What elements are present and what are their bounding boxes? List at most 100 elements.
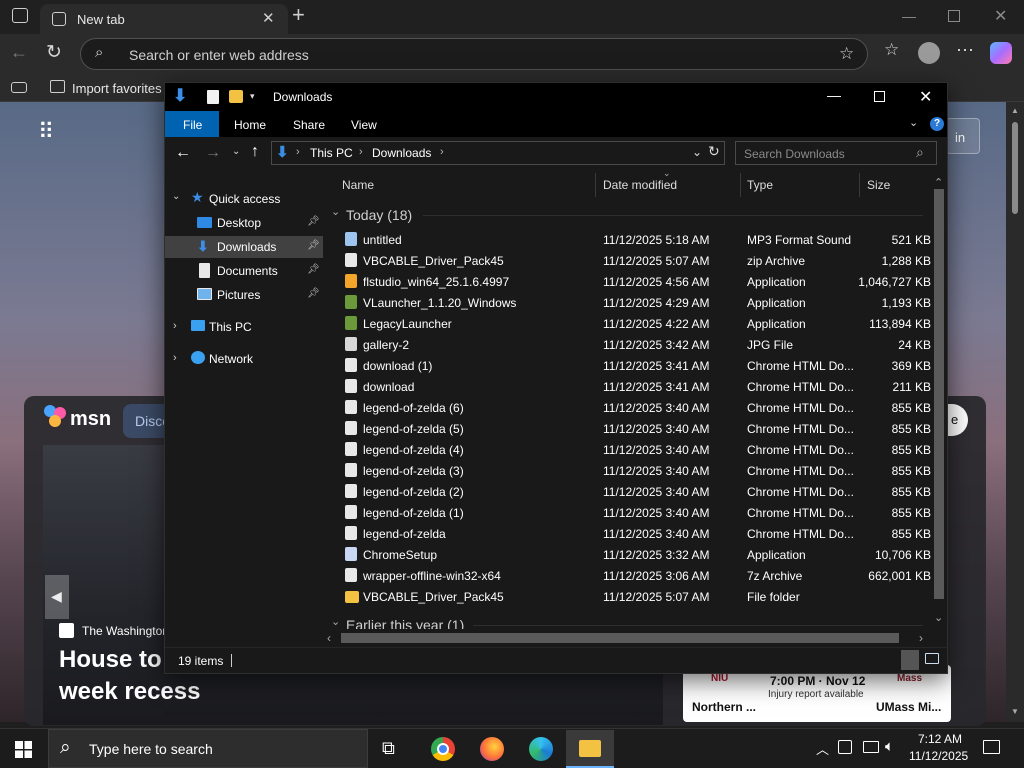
column-divider[interactable] bbox=[740, 173, 741, 197]
file-row[interactable]: legend-of-zelda (2) 11/12/2025 3:40 AM Chr… bbox=[323, 481, 931, 502]
news-headline-1[interactable]: House to bbox=[59, 646, 162, 674]
file-row[interactable]: download (1) 11/12/2025 3:41 AM Chrome HTM… bbox=[323, 355, 931, 376]
copilot-icon[interactable] bbox=[990, 42, 1012, 64]
vscroll-thumb[interactable] bbox=[934, 189, 944, 599]
vscroll-up-arrow[interactable]: ⌃ bbox=[934, 176, 943, 189]
file-row[interactable]: legend-of-zelda (4) 11/12/2025 3:40 AM Chr… bbox=[323, 439, 931, 460]
help-icon[interactable]: ? bbox=[930, 117, 944, 131]
restore-browser-button[interactable] bbox=[948, 10, 960, 22]
column-date[interactable]: Date modified bbox=[603, 178, 677, 192]
file-row[interactable]: gallery-2 11/12/2025 3:42 AM JPG File 24 KB bbox=[323, 334, 931, 355]
ribbon-tab-home[interactable]: Home bbox=[234, 118, 266, 132]
details-view-button[interactable] bbox=[901, 650, 919, 670]
address-bar[interactable]: ⌕ Search or enter web address ☆ bbox=[80, 38, 868, 70]
tiles-view-button[interactable] bbox=[925, 653, 939, 664]
file-list-vscrollbar[interactable]: ⌃ ⌄ bbox=[931, 171, 947, 629]
hscroll-right-arrow[interactable]: › bbox=[919, 631, 923, 645]
breadcrumb-downloads[interactable]: Downloads bbox=[372, 146, 431, 160]
carousel-prev-button[interactable]: ◀ bbox=[45, 575, 69, 619]
ribbon-tab-file[interactable]: File bbox=[165, 111, 219, 137]
start-button[interactable] bbox=[15, 741, 32, 758]
column-divider[interactable] bbox=[595, 173, 596, 197]
file-list-hscrollbar[interactable]: ‹ › bbox=[323, 629, 931, 647]
ribbon-expand-icon[interactable]: ⌄ bbox=[909, 116, 918, 129]
column-size[interactable]: Size bbox=[867, 178, 890, 192]
sign-in-button[interactable]: in bbox=[946, 118, 980, 154]
explorer-back-icon[interactable]: ← bbox=[175, 144, 191, 162]
hscroll-thumb[interactable] bbox=[341, 633, 899, 643]
scroll-thumb[interactable] bbox=[1012, 122, 1018, 214]
vscroll-down-arrow[interactable]: ⌄ bbox=[934, 611, 943, 624]
new-folder-icon[interactable] bbox=[229, 90, 243, 103]
security-alert-icon[interactable] bbox=[838, 740, 852, 754]
file-explorer-taskbar-icon[interactable] bbox=[566, 730, 614, 768]
tab-close-icon[interactable]: ✕ bbox=[262, 9, 275, 27]
notifications-icon[interactable] bbox=[983, 740, 1000, 754]
new-tab-button[interactable]: + bbox=[292, 2, 305, 28]
edge-taskbar-icon[interactable] bbox=[529, 737, 553, 761]
group-header-today[interactable]: ⌄ Today (18) bbox=[323, 205, 931, 225]
file-row[interactable]: untitled 11/12/2025 5:18 AM MP3 Format Sou… bbox=[323, 229, 931, 250]
hscroll-left-arrow[interactable]: ‹ bbox=[327, 631, 331, 645]
pin-icon[interactable]: 📌︎ bbox=[307, 240, 320, 251]
up-folder-icon[interactable]: ↑ bbox=[251, 143, 259, 161]
file-row[interactable]: legend-of-zelda (6) 11/12/2025 3:40 AM Chr… bbox=[323, 397, 931, 418]
nav-pictures[interactable]: Pictures 📌︎ bbox=[165, 284, 323, 306]
clock-time[interactable]: 7:12 AM bbox=[918, 732, 962, 746]
profile-avatar[interactable] bbox=[918, 42, 940, 64]
clock-date[interactable]: 11/12/2025 bbox=[909, 749, 968, 763]
properties-check-icon[interactable] bbox=[207, 90, 219, 104]
chrome-taskbar-icon[interactable] bbox=[431, 737, 455, 761]
explorer-close-button[interactable]: ✕ bbox=[919, 87, 932, 107]
nav-downloads[interactable]: ⬇ Downloads 📌︎ bbox=[165, 236, 323, 258]
msn-right-button[interactable]: e bbox=[948, 404, 968, 436]
address-history-icon[interactable]: ⌄ bbox=[692, 145, 702, 159]
nav-network[interactable]: › Network bbox=[165, 348, 323, 370]
file-row[interactable]: VLauncher_1.1.20_Windows 11/12/2025 4:29 … bbox=[323, 292, 931, 313]
sidebar-toggle-icon[interactable] bbox=[11, 82, 27, 93]
nav-documents[interactable]: Documents 📌︎ bbox=[165, 260, 323, 282]
file-row[interactable]: VBCABLE_Driver_Pack45 11/12/2025 5:07 AM z… bbox=[323, 250, 931, 271]
column-divider[interactable] bbox=[859, 173, 860, 197]
scroll-down-arrow[interactable]: ▼ bbox=[1011, 707, 1019, 716]
explorer-titlebar[interactable]: ⬇ ▾ Downloads — ✕ bbox=[165, 83, 947, 111]
file-row[interactable]: legend-of-zelda (1) 11/12/2025 3:40 AM Chr… bbox=[323, 502, 931, 523]
nav-quick-access[interactable]: ⌄ ★ Quick access bbox=[165, 188, 323, 210]
recent-locations-icon[interactable]: ⌄ bbox=[232, 146, 240, 157]
minimize-browser-button[interactable]: — bbox=[902, 8, 916, 24]
explorer-address-bar[interactable]: ⬇ › This PC › Downloads › ⌄ ↻ bbox=[271, 141, 725, 165]
tab-new-tab[interactable]: New tab ✕ bbox=[40, 4, 288, 34]
file-row[interactable]: legend-of-zelda 11/12/2025 3:40 AM Chrome … bbox=[323, 523, 931, 544]
favorites-icon[interactable]: ☆ bbox=[884, 40, 899, 60]
ribbon-tab-share[interactable]: Share bbox=[293, 118, 325, 132]
file-row[interactable]: download 11/12/2025 3:41 AM Chrome HTML Do… bbox=[323, 376, 931, 397]
file-row[interactable]: ChromeSetup 11/12/2025 3:32 AM Application… bbox=[323, 544, 931, 565]
column-name[interactable]: Name bbox=[342, 178, 374, 192]
firefox-taskbar-icon[interactable] bbox=[480, 737, 504, 761]
pin-icon[interactable]: 📌︎ bbox=[307, 216, 320, 227]
file-row[interactable]: flstudio_win64_25.1.6.4997 11/12/2025 4:5… bbox=[323, 271, 931, 292]
column-type[interactable]: Type bbox=[747, 178, 773, 192]
tab-actions-icon[interactable] bbox=[12, 8, 28, 23]
pin-icon[interactable]: 📌︎ bbox=[307, 264, 320, 275]
settings-more-icon[interactable]: ⋯ bbox=[956, 40, 974, 61]
address-refresh-icon[interactable]: ↻ bbox=[708, 143, 720, 160]
explorer-maximize-button[interactable] bbox=[874, 91, 885, 102]
close-browser-button[interactable]: ✕ bbox=[994, 6, 1007, 26]
pin-icon[interactable]: 📌︎ bbox=[307, 288, 320, 299]
qat-dropdown-icon[interactable]: ▾ bbox=[250, 91, 255, 102]
file-row[interactable]: LegacyLauncher 11/12/2025 4:22 AM Applicat… bbox=[323, 313, 931, 334]
refresh-icon[interactable]: ↻ bbox=[46, 41, 62, 64]
add-favorite-icon[interactable]: ☆ bbox=[839, 44, 854, 64]
ribbon-tab-view[interactable]: View bbox=[351, 118, 377, 132]
file-row[interactable]: legend-of-zelda (5) 11/12/2025 3:40 AM Chr… bbox=[323, 418, 931, 439]
breadcrumb-this-pc[interactable]: This PC bbox=[310, 146, 353, 160]
scroll-up-arrow[interactable]: ▲ bbox=[1011, 106, 1019, 115]
file-row[interactable]: legend-of-zelda (3) 11/12/2025 3:40 AM Chr… bbox=[323, 460, 931, 481]
nav-desktop[interactable]: Desktop 📌︎ bbox=[165, 212, 323, 234]
explorer-search-box[interactable]: Search Downloads ⌕ bbox=[735, 141, 937, 165]
show-hidden-icons[interactable]: ︿ bbox=[816, 739, 829, 758]
nav-this-pc[interactable]: › This PC bbox=[165, 316, 323, 338]
network-tray-icon[interactable] bbox=[863, 741, 879, 753]
volume-icon[interactable]: 🔈︎ bbox=[885, 738, 894, 755]
